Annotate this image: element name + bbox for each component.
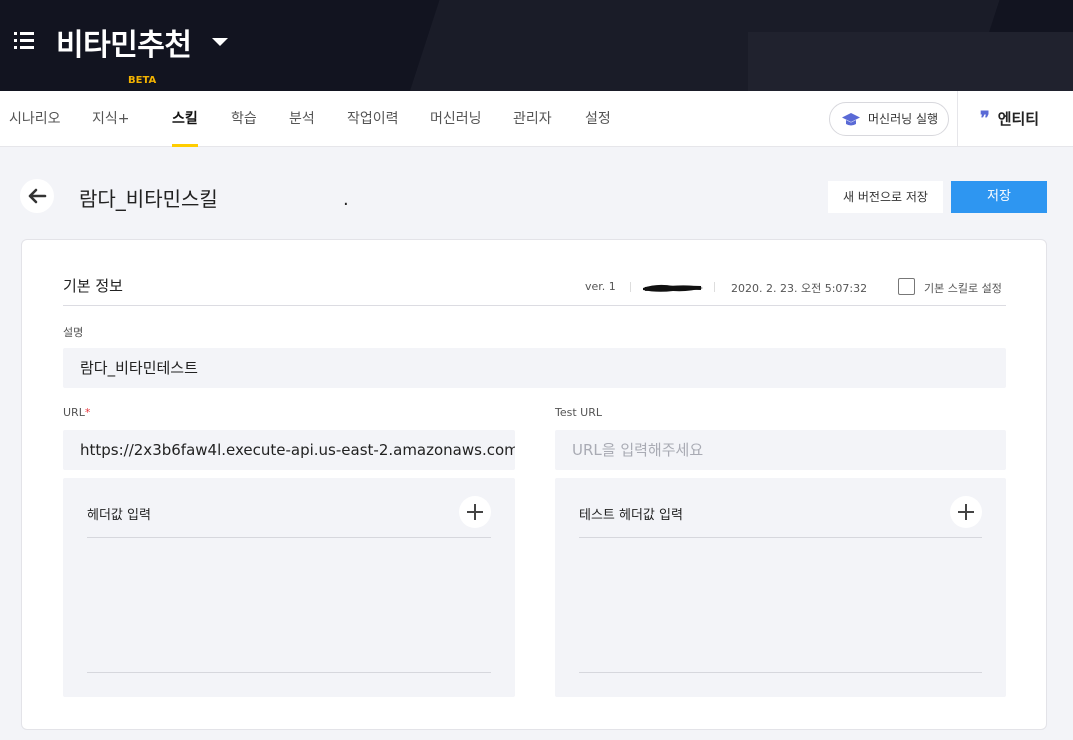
tab-knowledge-label: 지식+ (92, 111, 130, 127)
save-new-version-button[interactable]: 새 버전으로 저장 (828, 181, 943, 213)
tab-learning[interactable]: 학습 (231, 91, 257, 147)
description-input[interactable]: 람다_비타민테스트 (63, 348, 1006, 388)
back-button[interactable] (20, 179, 54, 213)
default-skill-checkbox[interactable] (898, 278, 915, 295)
tab-history[interactable]: 작업이력 (347, 91, 399, 147)
description-label: 설명 (63, 326, 84, 339)
ml-run-button[interactable]: 머신러닝 실행 (829, 102, 949, 136)
tab-settings[interactable]: 설정 (585, 91, 611, 147)
tab-knowledge[interactable]: 지식+ BETA (92, 75, 156, 147)
tab-admin[interactable]: 관리자 (513, 91, 552, 147)
test-url-input[interactable]: URL을 입력해주세요 (555, 430, 1006, 470)
default-skill-label[interactable]: 기본 스킬로 설정 (924, 280, 1002, 296)
caret-down-icon[interactable] (212, 38, 228, 46)
header-decoration (748, 32, 1073, 91)
section-divider (63, 305, 1006, 306)
redacted-author-mark (643, 284, 703, 292)
timestamp: 2020. 2. 23. 오전 5:07:32 (731, 282, 868, 295)
meta-divider (714, 282, 715, 292)
menu-icon[interactable] (14, 32, 36, 50)
entity-label: 엔티티 (997, 110, 1040, 128)
required-mark: * (84, 406, 91, 419)
quote-icon: ❞ (980, 108, 990, 129)
app-title[interactable]: 비타민추천 (56, 20, 192, 64)
nav-bar: 시나리오 지식+ BETA 스킬 학습 분석 작업이력 머신러닝 관리자 설정 … (0, 75, 1073, 147)
meta-divider (630, 282, 631, 292)
url-label-text: URL (63, 406, 85, 419)
tab-analysis[interactable]: 분석 (289, 91, 315, 147)
test-header-values-panel: 테스트 헤더값 입력 (555, 478, 1006, 697)
add-test-header-button[interactable] (950, 496, 982, 528)
version-label: ver. 1 (585, 280, 616, 293)
beta-badge: BETA (128, 75, 157, 86)
header-divider (87, 537, 491, 538)
url-input[interactable]: https://2x3b6faw4l.execute-api.us-east-2… (63, 430, 515, 470)
tab-skill[interactable]: 스킬 (172, 91, 198, 147)
entity-button[interactable]: ❞ 엔티티 (980, 91, 1039, 147)
test-header-input-label: 테스트 헤더값 입력 (579, 508, 683, 523)
skill-name-mark: . (343, 189, 349, 210)
url-label: URL* (63, 406, 90, 419)
test-url-label: Test URL (555, 406, 602, 419)
tab-scenario[interactable]: 시나리오 (9, 91, 61, 147)
add-header-button[interactable] (459, 496, 491, 528)
skill-name: 람다_비타민스킬 (79, 187, 218, 211)
section-title: 기본 정보 (63, 277, 123, 295)
header-input-label: 헤더값 입력 (87, 508, 151, 523)
header-divider (87, 672, 491, 673)
nav-divider (957, 91, 958, 147)
ml-run-label: 머신러닝 실행 (868, 112, 939, 126)
arrow-left-icon (28, 188, 47, 204)
tab-machine-learning[interactable]: 머신러닝 (430, 91, 482, 147)
top-header: 비타민추천 (0, 0, 1073, 91)
header-values-panel: 헤더값 입력 (63, 478, 515, 697)
save-button[interactable]: 저장 (951, 181, 1047, 213)
skill-form-card: 기본 정보 ver. 1 2020. 2. 23. 오전 5:07:32 기본 … (21, 239, 1047, 730)
graduation-cap-icon (842, 113, 860, 126)
test-header-divider (579, 537, 982, 538)
test-header-divider (579, 672, 982, 673)
